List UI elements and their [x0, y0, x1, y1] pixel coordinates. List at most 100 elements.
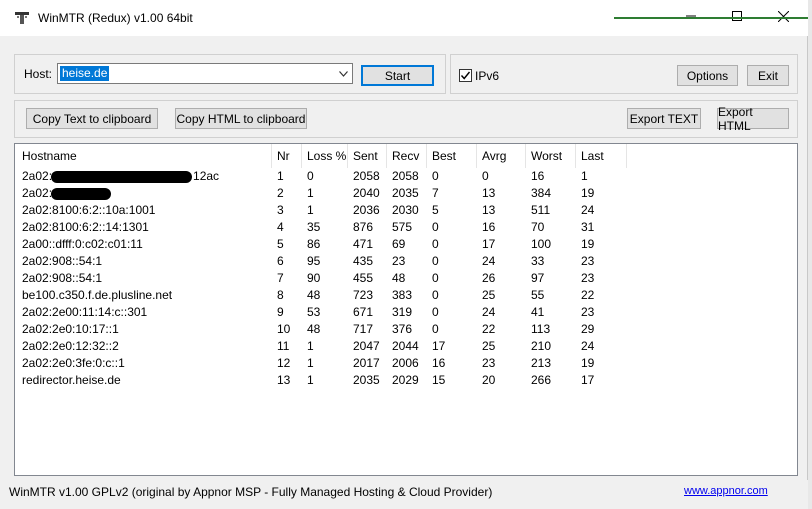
cell-worst: 266 [531, 373, 552, 387]
cell-worst: 16 [531, 169, 545, 183]
cell-avrg: 26 [482, 271, 496, 285]
host-label: Host: [24, 67, 53, 81]
cell-loss: 1 [307, 203, 314, 217]
cell-avrg: 22 [482, 322, 496, 336]
checkmark-icon [460, 71, 471, 80]
minimize-icon [686, 15, 696, 17]
cell-sent: 435 [353, 254, 374, 268]
table-row[interactable]: 2a02:2e0:12:32::2 11 1 2047 2044 17 25 2… [15, 338, 797, 355]
cell-nr: 12 [277, 356, 291, 370]
cell-best: 7 [432, 186, 439, 200]
hostname-suffix: 12ac [193, 169, 220, 183]
cell-worst: 511 [531, 203, 551, 217]
cell-recv: 69 [392, 237, 406, 251]
cell-loss: 35 [307, 220, 321, 234]
cell-loss: 53 [307, 305, 321, 319]
table-row[interactable]: 2a00::dfff:0:c02:c01:11 5 86 471 69 0 17… [15, 236, 797, 253]
trace-results-list[interactable]: Hostname Nr Loss % Sent Recv Best Avrg W… [14, 143, 798, 476]
table-row[interactable]: redirector.heise.de 13 1 2035 2029 15 20… [15, 372, 797, 389]
cell-worst: 70 [531, 220, 545, 234]
start-button[interactable]: Start [361, 65, 434, 86]
export-text-button[interactable]: Export TEXT [627, 108, 701, 129]
cell-last: 22 [581, 288, 595, 302]
cell-sent: 671 [353, 305, 374, 319]
dropdown-button[interactable] [336, 66, 350, 81]
appnor-link[interactable]: www.appnor.com [684, 485, 768, 497]
cell-worst: 113 [531, 322, 551, 336]
cell-sent: 2047 [353, 339, 380, 353]
cell-recv: 23 [392, 254, 406, 268]
column-header-recv[interactable]: Recv [387, 144, 427, 168]
table-row[interactable]: be100.c350.f.de.plusline.net 8 48 723 38… [15, 287, 797, 304]
ipv6-label: IPv6 [475, 69, 500, 83]
column-header-nr[interactable]: Nr [272, 144, 302, 168]
cell-nr: 7 [277, 271, 284, 285]
cell-best: 17 [432, 339, 446, 353]
column-header-loss[interactable]: Loss % [302, 144, 348, 168]
exit-button[interactable]: Exit [747, 65, 789, 86]
cell-loss: 0 [307, 169, 314, 183]
maximize-button[interactable] [714, 0, 760, 32]
column-header-worst[interactable]: Worst [526, 144, 576, 168]
cell-recv: 2030 [392, 203, 419, 217]
table-row[interactable]: 2a02:8100:6:2::14:1301 4 35 876 575 0 16… [15, 219, 797, 236]
cell-nr: 6 [277, 254, 284, 268]
copy-text-button[interactable]: Copy Text to clipboard [26, 108, 158, 129]
cell-sent: 876 [353, 220, 374, 234]
cell-sent: 2017 [353, 356, 380, 370]
cell-sent: 2058 [353, 169, 380, 183]
cell-worst: 97 [531, 271, 545, 285]
cell-loss: 90 [307, 271, 321, 285]
cell-last: 19 [581, 356, 595, 370]
table-row[interactable]: 2a02:2e00:11:14:c::301 9 53 671 319 0 24… [15, 304, 797, 321]
cell-last: 23 [581, 305, 595, 319]
cell-last: 23 [581, 254, 595, 268]
cell-best: 15 [432, 373, 446, 387]
table-row[interactable]: 2a02:2e0:10:17::1 10 48 717 376 0 22 113… [15, 321, 797, 338]
cell-recv: 319 [392, 305, 413, 319]
table-row[interactable]: 2a02:8100:6:2::10a:1001 3 1 2036 2030 5 … [15, 202, 797, 219]
ipv6-checkbox[interactable] [459, 69, 472, 82]
winmtr-app-icon [15, 12, 29, 24]
cell-avrg: 16 [482, 220, 496, 234]
cell-hostname: 2a02:908::54:1 [22, 254, 103, 268]
column-header-sent[interactable]: Sent [348, 144, 387, 168]
cell-loss: 1 [307, 373, 314, 387]
cell-loss: 95 [307, 254, 321, 268]
column-header-avrg[interactable]: Avrg [477, 144, 526, 168]
list-header: Hostname Nr Loss % Sent Recv Best Avrg W… [15, 144, 797, 168]
cell-last: 29 [581, 322, 595, 336]
cell-recv: 2029 [392, 373, 419, 387]
cell-worst: 33 [531, 254, 545, 268]
table-row[interactable]: 2a02: 12ac 1 0 2058 2058 0 0 16 1 [15, 168, 797, 185]
table-row[interactable]: 2a02:908::54:1 6 95 435 23 0 24 33 23 [15, 253, 797, 270]
options-button[interactable]: Options [677, 65, 738, 86]
redaction-mark [51, 171, 192, 183]
table-row[interactable]: 2a02:908::54:1 7 90 455 48 0 26 97 23 [15, 270, 797, 287]
cell-best: 0 [432, 254, 439, 268]
cell-hostname: redirector.heise.de [22, 373, 121, 387]
host-combobox[interactable]: heise.de [57, 63, 353, 84]
cell-nr: 2 [277, 186, 284, 200]
cell-worst: 100 [531, 237, 552, 251]
table-row[interactable]: 2a02:2e0:3fe:0:c::1 12 1 2017 2006 16 23… [15, 355, 797, 372]
host-input-value[interactable]: heise.de [60, 66, 110, 81]
cell-worst: 41 [531, 305, 545, 319]
cell-sent: 2035 [353, 373, 380, 387]
cell-recv: 2035 [392, 186, 419, 200]
cell-last: 31 [581, 220, 595, 234]
cell-sent: 455 [353, 271, 374, 285]
cell-loss: 1 [307, 186, 314, 200]
close-button[interactable] [760, 0, 806, 32]
column-header-hostname[interactable]: Hostname [17, 144, 272, 168]
cell-worst: 213 [531, 356, 552, 370]
cell-recv: 376 [392, 322, 413, 336]
column-header-best[interactable]: Best [427, 144, 477, 168]
cell-recv: 383 [392, 288, 413, 302]
copy-html-button[interactable]: Copy HTML to clipboard [175, 108, 307, 129]
minimize-button[interactable] [668, 0, 714, 32]
table-row[interactable]: 2a02: 2 1 2040 2035 7 13 384 19 [15, 185, 797, 202]
cell-sent: 717 [353, 322, 374, 336]
export-html-button[interactable]: Export HTML [717, 105, 789, 133]
column-header-last[interactable]: Last [576, 144, 627, 168]
